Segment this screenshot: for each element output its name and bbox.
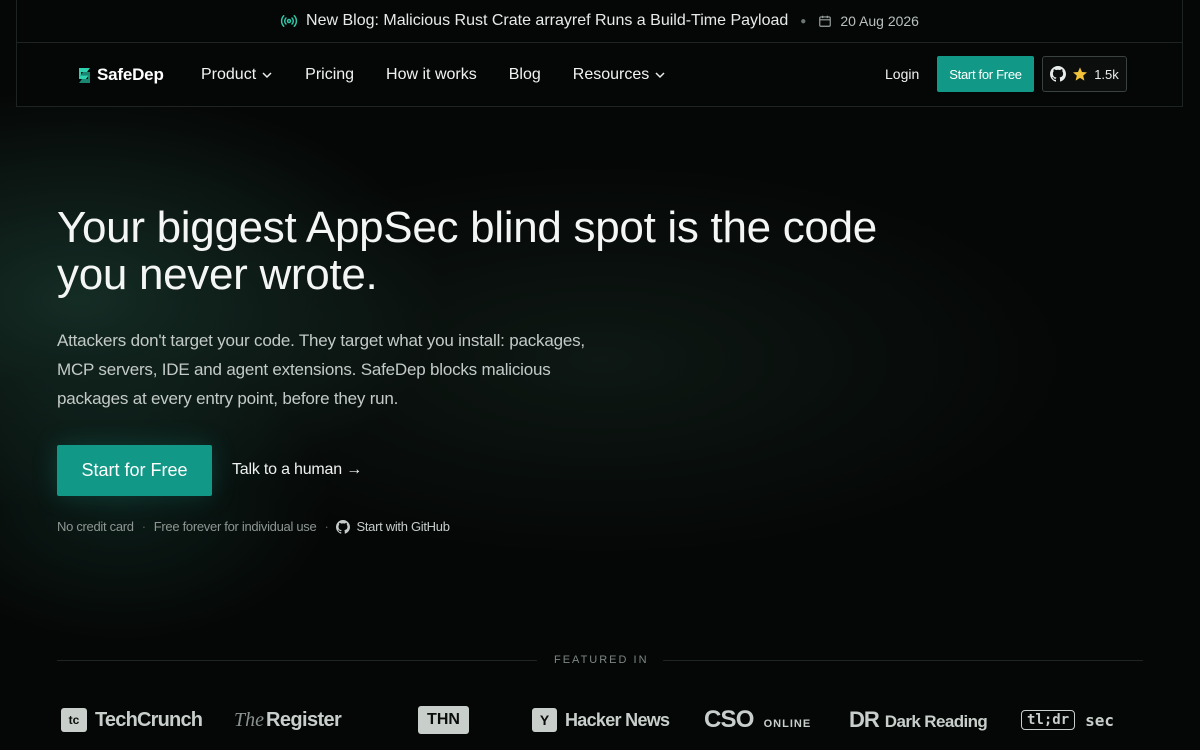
nav-links: Product Pricing How it works Blog Resour…	[201, 66, 698, 84]
thn-logo: THN	[418, 700, 469, 740]
divider-left	[57, 660, 537, 661]
hacker-news-name: Hacker News	[565, 709, 670, 730]
github-icon	[336, 519, 351, 534]
safedep-logo-icon	[79, 67, 90, 83]
nav-pricing-label: Pricing	[305, 66, 355, 83]
separator-dot: ·	[324, 519, 329, 534]
brand-name: SafeDep	[97, 65, 164, 84]
login-link[interactable]: Login	[885, 66, 919, 82]
note-no-credit-card: No credit card	[57, 519, 134, 534]
nav-how-it-works[interactable]: How it works	[386, 66, 477, 84]
dark-reading-mark: DR	[849, 707, 880, 732]
register-name: Register	[266, 708, 342, 731]
techcrunch-mark: tc	[61, 708, 87, 732]
hero-start-free-button[interactable]: Start for Free	[57, 445, 212, 496]
hero-subtitle: Attackers don't target your code. They t…	[57, 331, 585, 408]
separator-dot: ·	[141, 519, 146, 534]
github-stars-button[interactable]: 1.5k	[1042, 56, 1127, 92]
start-with-github-link[interactable]: Start with GitHub	[336, 519, 450, 534]
github-stars-count: 1.5k	[1094, 66, 1119, 82]
nav-product[interactable]: Product	[201, 66, 273, 84]
divider-right	[663, 660, 1143, 661]
nav-pricing[interactable]: Pricing	[305, 66, 354, 84]
hero-title: Your biggest AppSec blind spot is the co…	[57, 204, 957, 298]
dark-reading-name: Dark Reading	[884, 711, 988, 731]
start-with-github-label: Start with GitHub	[356, 519, 450, 534]
techcrunch-name: TechCrunch	[95, 708, 203, 731]
nav-start-free-button[interactable]: Start for Free	[937, 56, 1034, 92]
chevron-down-icon	[655, 72, 665, 79]
brand-logo[interactable]: SafeDep	[76, 65, 164, 85]
tldr-sec-text: sec	[1085, 710, 1115, 730]
chevron-down-icon	[262, 72, 272, 79]
broadcast-icon	[280, 15, 298, 27]
nav-how-it-works-label: How it works	[386, 66, 477, 83]
nav-blog[interactable]: Blog	[509, 66, 541, 84]
separator-dot: ●	[800, 15, 807, 27]
the-register-logo: The Register	[234, 700, 342, 740]
nav-resources-label: Resources	[572, 66, 650, 83]
dark-reading-logo: DR Dark Reading	[849, 700, 988, 740]
announcement-text[interactable]: New Blog: Malicious Rust Crate arrayref …	[306, 12, 788, 30]
main-nav: SafeDep Product Pricing How it works Blo…	[17, 42, 1182, 107]
announcement-date: 20 Aug 2026	[840, 13, 919, 29]
featured-in-label: FEATURED IN	[554, 654, 649, 666]
tldr-sec-logo: tl;dr sec	[1021, 700, 1114, 740]
note-free-forever: Free forever for individual use	[153, 519, 317, 534]
site-header: New Blog: Malicious Rust Crate arrayref …	[16, 0, 1183, 107]
cso-mark: CSO	[704, 706, 754, 733]
nav-blog-label: Blog	[508, 66, 541, 83]
techcrunch-logo: tc TechCrunch	[61, 700, 203, 740]
nav-product-label: Product	[201, 66, 257, 83]
featured-logos: tc TechCrunch The Register THN Y Hacker …	[57, 700, 1147, 740]
announcement-bar[interactable]: New Blog: Malicious Rust Crate arrayref …	[17, 0, 1182, 43]
star-icon	[1073, 67, 1088, 81]
hacker-news-mark: Y	[532, 708, 557, 732]
thn-mark: THN	[418, 706, 469, 734]
tldr-mark: tl;dr	[1021, 710, 1076, 730]
hero-title-line2: you never wrote.	[57, 250, 378, 299]
talk-to-human-link[interactable]: Talk to a human →	[232, 461, 362, 479]
nav-resources[interactable]: Resources	[573, 66, 666, 84]
hacker-news-logo: Y Hacker News	[532, 700, 670, 740]
cso-online-text: ONLINE	[763, 718, 812, 730]
hero-title-line1: Your biggest AppSec blind spot is the co…	[57, 203, 877, 252]
hero-notes: No credit card · Free forever for indivi…	[57, 519, 450, 534]
calendar-icon	[819, 15, 832, 27]
github-icon	[1050, 66, 1067, 82]
register-the: The	[234, 708, 264, 731]
cso-online-logo: CSO ONLINE	[704, 700, 811, 740]
